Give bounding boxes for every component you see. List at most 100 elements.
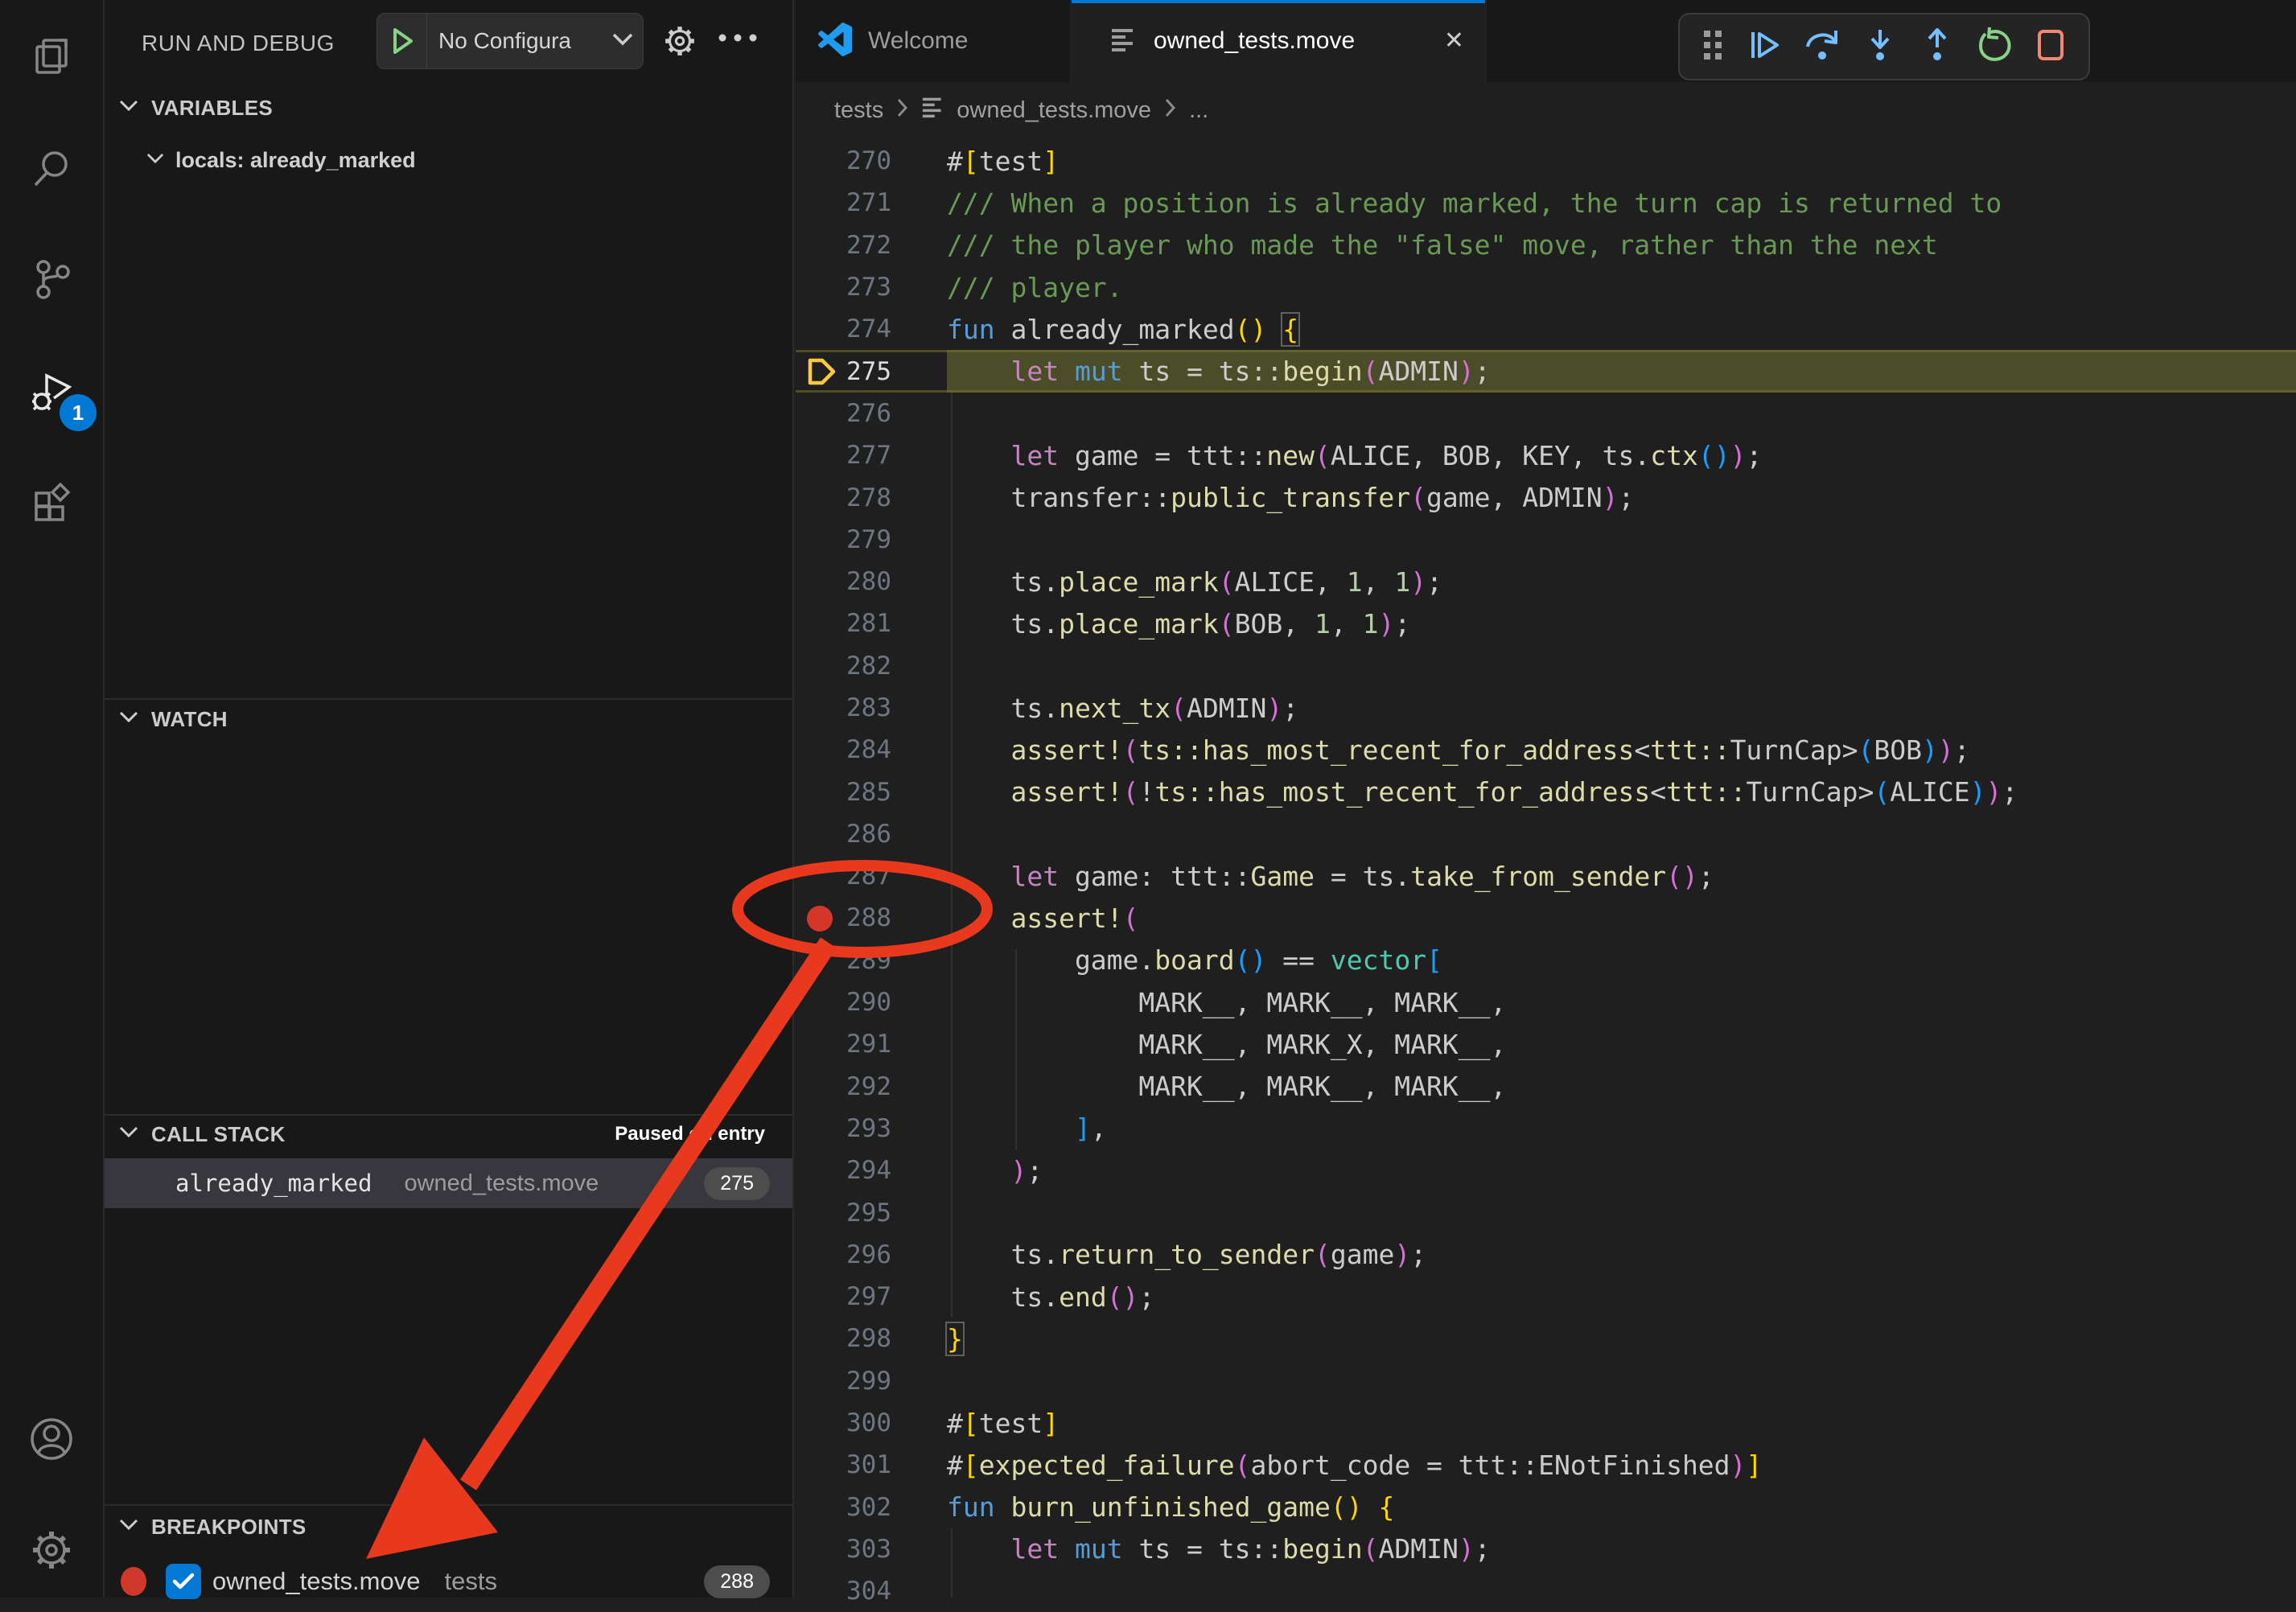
code-line[interactable]: 286 <box>796 813 2296 855</box>
code-line[interactable]: 289 game.board() == vector[ <box>796 940 2296 981</box>
line-number[interactable]: 277 <box>796 441 891 470</box>
start-debugging-icon[interactable] <box>377 14 427 68</box>
call-stack-frame[interactable]: already_marked owned_tests.move 275 <box>105 1158 792 1208</box>
line-number[interactable]: 283 <box>796 693 891 722</box>
debug-settings-gear-icon[interactable] <box>663 24 697 62</box>
tab-owned-tests-move[interactable]: owned_tests.move ✕ <box>1072 0 1487 82</box>
code-line[interactable]: 295 <box>796 1191 2296 1233</box>
account-icon[interactable] <box>0 1395 103 1483</box>
section-call-stack[interactable]: CALL STACK Paused on entry <box>105 1116 792 1152</box>
line-number[interactable]: 302 <box>796 1493 891 1522</box>
run-configuration-dropdown[interactable]: No Configura <box>376 13 644 69</box>
code-line[interactable]: 283 ts.next_tx(ADMIN); <box>796 687 2296 729</box>
code-line[interactable]: 274fun already_marked() { <box>796 308 2296 350</box>
line-number[interactable]: 296 <box>796 1240 891 1269</box>
line-number[interactable]: 286 <box>796 820 891 849</box>
more-actions-icon[interactable] <box>718 32 758 47</box>
section-watch[interactable]: WATCH <box>105 701 792 737</box>
line-number[interactable]: 273 <box>796 273 891 302</box>
code-line[interactable]: 304 <box>796 1570 2296 1612</box>
source-control-icon[interactable] <box>0 235 103 323</box>
code-line[interactable]: 271/// When a position is already marked… <box>796 182 2296 224</box>
restart-icon[interactable] <box>1977 27 2013 67</box>
code-line[interactable]: 279 <box>796 519 2296 561</box>
code-line[interactable]: 291 MARK__, MARK_X, MARK__, <box>796 1023 2296 1065</box>
line-number[interactable]: 287 <box>796 862 891 890</box>
breadcrumb-folder[interactable]: tests <box>834 97 883 124</box>
line-number[interactable]: 282 <box>796 652 891 681</box>
extensions-icon[interactable] <box>0 459 103 548</box>
code-editor[interactable]: 270#[test]271/// When a position is alre… <box>796 140 2296 1612</box>
code-line[interactable]: 302fun burn_unfinished_game() { <box>796 1487 2296 1528</box>
code-line[interactable]: 285 assert!(!ts::has_most_recent_for_add… <box>796 771 2296 812</box>
section-variables[interactable]: VARIABLES <box>105 90 792 125</box>
stop-icon[interactable] <box>2035 27 2067 67</box>
line-number[interactable]: 272 <box>796 231 891 260</box>
line-number[interactable]: 295 <box>796 1199 891 1228</box>
continue-icon[interactable] <box>1747 27 1782 67</box>
line-number[interactable]: 276 <box>796 399 891 428</box>
code-line[interactable]: 297 ts.end(); <box>796 1276 2296 1318</box>
code-line[interactable]: 292 MARK__, MARK__, MARK__, <box>796 1066 2296 1108</box>
code-line[interactable]: 277 let game = ttt::new(ALICE, BOB, KEY,… <box>796 434 2296 476</box>
code-line[interactable]: 288 assert!( <box>796 897 2296 939</box>
line-number[interactable]: 303 <box>796 1535 891 1564</box>
code-line[interactable]: 273/// player. <box>796 266 2296 308</box>
line-number[interactable]: 289 <box>796 946 891 975</box>
code-line[interactable]: 272/// the player who made the "false" m… <box>796 224 2296 266</box>
line-number[interactable]: 278 <box>796 483 891 512</box>
code-line[interactable]: 290 MARK__, MARK__, MARK__, <box>796 981 2296 1023</box>
code-line[interactable]: 293 ], <box>796 1108 2296 1149</box>
code-line[interactable]: 282 <box>796 645 2296 687</box>
line-number[interactable]: 301 <box>796 1450 891 1479</box>
variables-scope-locals[interactable]: locals: already_marked <box>105 142 792 179</box>
breadcrumb-file[interactable]: owned_tests.move <box>957 97 1151 124</box>
breadcrumb-symbol[interactable]: ... <box>1189 97 1208 124</box>
search-icon[interactable] <box>0 125 103 213</box>
section-breakpoints[interactable]: BREAKPOINTS <box>105 1509 792 1544</box>
line-number[interactable]: 293 <box>796 1114 891 1143</box>
close-tab-icon[interactable]: ✕ <box>1444 29 1464 53</box>
code-line[interactable]: 300#[test] <box>796 1402 2296 1444</box>
line-number[interactable]: 281 <box>796 609 891 638</box>
code-line[interactable]: 299 <box>796 1360 2296 1402</box>
line-number[interactable]: 290 <box>796 988 891 1017</box>
line-number[interactable]: 279 <box>796 525 891 554</box>
explorer-icon[interactable] <box>0 12 103 101</box>
tab-welcome[interactable]: Welcome <box>796 0 1072 82</box>
code-line[interactable]: 280 ts.place_mark(ALICE, 1, 1); <box>796 561 2296 602</box>
breakpoint-gutter-dot[interactable] <box>807 906 833 931</box>
code-line[interactable]: 296 ts.return_to_sender(game); <box>796 1234 2296 1276</box>
code-line[interactable]: 278 transfer::public_transfer(game, ADMI… <box>796 476 2296 518</box>
code-line[interactable]: 287 let game: ttt::Game = ts.take_from_s… <box>796 855 2296 897</box>
code-line[interactable]: 275 let mut ts = ts::begin(ADMIN); <box>796 350 2296 392</box>
code-line[interactable]: 284 assert!(ts::has_most_recent_for_addr… <box>796 729 2296 771</box>
line-number[interactable]: 270 <box>796 146 891 175</box>
line-number[interactable]: 297 <box>796 1282 891 1311</box>
breakpoint-checkbox[interactable] <box>166 1564 201 1599</box>
code-line[interactable]: 303 let mut ts = ts::begin(ADMIN); <box>796 1528 2296 1570</box>
line-number[interactable]: 280 <box>796 567 891 596</box>
breakpoint-list-item[interactable]: owned_tests.move tests 288 <box>105 1557 792 1606</box>
step-over-icon[interactable] <box>1804 27 1841 67</box>
run-and-debug-icon[interactable]: 1 <box>0 347 103 436</box>
line-number[interactable]: 284 <box>796 735 891 764</box>
settings-gear-icon[interactable] <box>0 1506 103 1594</box>
line-number[interactable]: 285 <box>796 778 891 807</box>
code-line[interactable]: 270#[test] <box>796 140 2296 182</box>
code-line[interactable]: 294 ); <box>796 1149 2296 1191</box>
step-into-icon[interactable] <box>1862 27 1898 67</box>
code-line[interactable]: 301#[expected_failure(abort_code = ttt::… <box>796 1444 2296 1486</box>
code-line[interactable]: 298} <box>796 1318 2296 1359</box>
line-number[interactable]: 271 <box>796 188 891 217</box>
line-number[interactable]: 292 <box>796 1072 891 1101</box>
line-number[interactable]: 274 <box>796 315 891 343</box>
line-number[interactable]: 304 <box>796 1577 891 1606</box>
line-number[interactable]: 298 <box>796 1324 891 1353</box>
line-number[interactable]: 300 <box>796 1408 891 1437</box>
line-number[interactable]: 294 <box>796 1156 891 1185</box>
line-number[interactable]: 299 <box>796 1367 891 1396</box>
step-out-icon[interactable] <box>1920 27 1955 67</box>
code-line[interactable]: 281 ts.place_mark(BOB, 1, 1); <box>796 602 2296 644</box>
code-line[interactable]: 276 <box>796 393 2296 434</box>
